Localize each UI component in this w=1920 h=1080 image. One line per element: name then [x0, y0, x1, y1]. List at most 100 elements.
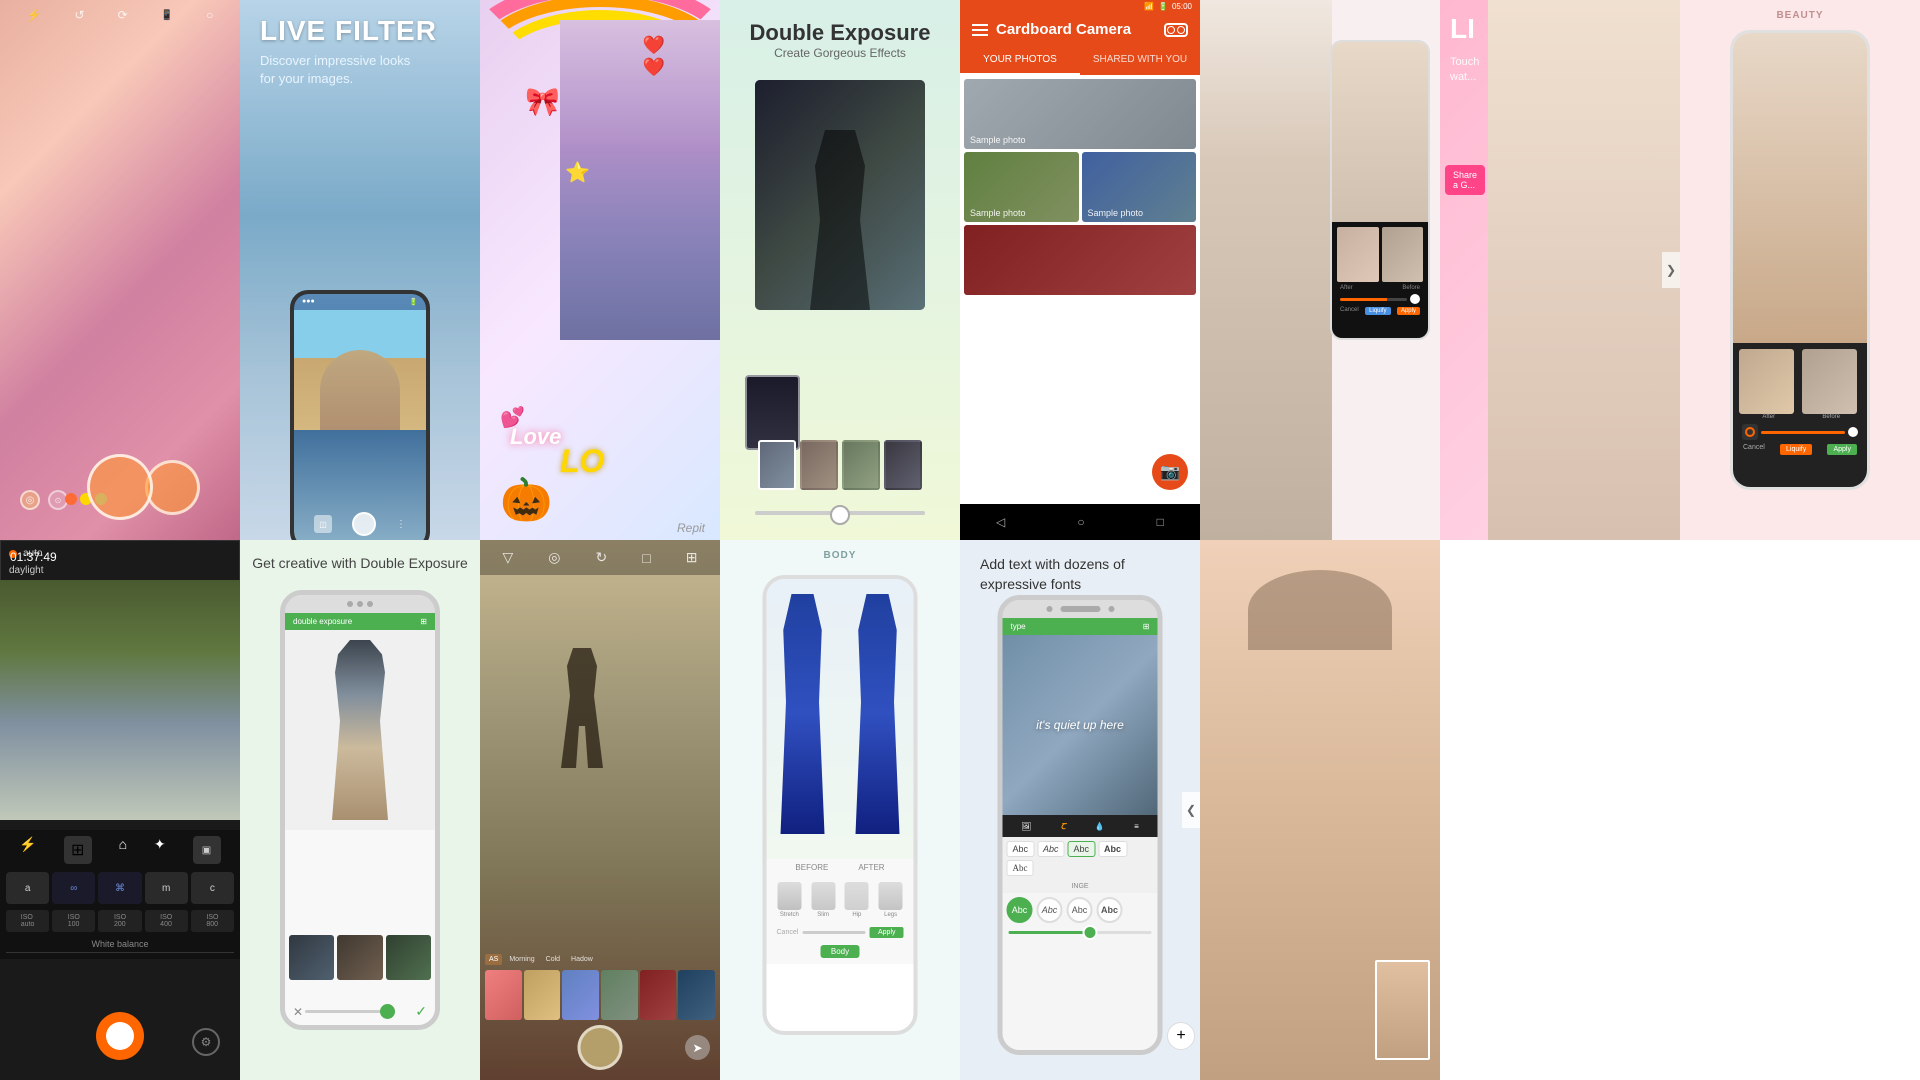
filter-shadow[interactable]: Hadow [567, 954, 597, 965]
camera-fab-button[interactable]: 📷 [1152, 454, 1188, 490]
star2-icon[interactable]: ✦ [154, 836, 166, 864]
stretch-tool[interactable]: Stretch [777, 882, 801, 918]
font-sample-abc4[interactable]: Abc [1098, 841, 1127, 857]
key-inf[interactable]: ∞ [52, 872, 95, 904]
flip-icon[interactable]: ↻ [596, 549, 608, 566]
dbl-thumb-2[interactable] [337, 935, 382, 980]
cancel-button[interactable]: Cancel [1743, 444, 1765, 455]
iso-400[interactable]: ISO400 [145, 910, 188, 932]
arrow-button[interactable]: ➤ [685, 1035, 710, 1060]
next-arrow[interactable]: ❯ [1662, 252, 1680, 288]
font-circle-selected[interactable]: Abc [1007, 897, 1033, 923]
back-nav-button[interactable]: ◁ [996, 515, 1005, 529]
thumb-4[interactable] [884, 440, 922, 490]
camera-mode-icon[interactable]: ◎ [20, 490, 40, 510]
apply-body-btn[interactable]: Apply [870, 927, 904, 938]
tool-icon[interactable] [1742, 424, 1758, 440]
image-icon[interactable]: 🖼 [1021, 822, 1031, 831]
filter-thumb-2[interactable] [524, 970, 561, 1020]
key-m[interactable]: m [145, 872, 188, 904]
tbs-track[interactable] [1009, 931, 1152, 934]
shutter-button[interactable] [145, 460, 200, 515]
grid-icon[interactable]: ⊞ [64, 836, 92, 864]
photo-item-1[interactable]: Sample photo [964, 79, 1196, 149]
dbl-thumb-3[interactable] [386, 935, 431, 980]
photo-item-2[interactable]: Sample photo [964, 152, 1079, 222]
cancel-btn[interactable]: Cancel [1340, 307, 1359, 315]
font-sample-abc5[interactable]: Abc [1007, 860, 1034, 876]
more-icon[interactable]: ⋮ [396, 519, 406, 530]
tab-your-photos[interactable]: YOUR PHOTOS [960, 46, 1080, 75]
filter-morning[interactable]: Morning [505, 954, 538, 965]
before-label: BEFORE [795, 863, 828, 872]
font-sample-abc1[interactable]: Abc [1007, 841, 1035, 857]
font-circle-3[interactable]: Abc [1067, 897, 1093, 923]
menu-button[interactable] [972, 24, 988, 36]
slim-tool[interactable]: Slim [811, 882, 835, 918]
liquify-btn[interactable]: Liquify [1365, 307, 1390, 315]
photo-item-4[interactable] [964, 225, 1196, 295]
opacity-icon[interactable]: 💧 [1095, 822, 1105, 831]
camera-shutter-fab[interactable] [96, 1012, 144, 1060]
filter-icon[interactable]: ▽ [503, 549, 514, 566]
font-circle-4[interactable]: Abc [1097, 897, 1123, 923]
apply-button[interactable]: Apply [1827, 444, 1857, 455]
cancel-x-btn[interactable]: ✕ [293, 1005, 303, 1019]
timer2-icon[interactable]: ◎ [548, 549, 560, 566]
settings-icon[interactable]: ⚙ [192, 1028, 220, 1056]
font-sample-abc2[interactable]: Abc [1037, 841, 1065, 857]
jump-shutter-button[interactable] [578, 1025, 623, 1070]
filter-thumb-5[interactable] [640, 970, 677, 1020]
iso-auto[interactable]: ISOauto [6, 910, 49, 932]
flash2-icon[interactable]: ⌂ [119, 836, 127, 864]
add-button[interactable]: + [1167, 1022, 1195, 1050]
iso-800[interactable]: ISO800 [191, 910, 234, 932]
hip-tool[interactable]: Hip [845, 882, 869, 918]
body-btn[interactable]: Body [821, 945, 859, 958]
grid2-icon[interactable]: ⊞ [686, 549, 698, 566]
key-bracket[interactable]: ⌘ [98, 872, 141, 904]
expand-icon[interactable]: ⊞ [420, 617, 427, 626]
cancel-text[interactable]: Cancel [777, 929, 799, 936]
home-nav-button[interactable]: ○ [1077, 515, 1084, 529]
share-button[interactable]: Sharea G... [1445, 165, 1485, 195]
filter-thumb-3[interactable] [562, 970, 599, 1020]
legs-tool[interactable]: Legs [879, 882, 903, 918]
key-c[interactable]: c [191, 872, 234, 904]
gallery-icon[interactable]: ▣ [193, 836, 221, 864]
recents-nav-button[interactable]: □ [1157, 515, 1164, 529]
filter-as[interactable]: AS [485, 954, 502, 965]
iso-200[interactable]: ISO200 [98, 910, 141, 932]
timer-icon[interactable]: ⟳ [118, 8, 128, 22]
iso-100[interactable]: ISO100 [52, 910, 95, 932]
filter-thumb-4[interactable] [601, 970, 638, 1020]
text-type-icon[interactable]: Ꞇ [1061, 821, 1066, 832]
filter-thumb-6[interactable] [678, 970, 715, 1020]
video-icon[interactable]: ⚡ [19, 836, 36, 864]
prev-arrow[interactable]: ❮ [1182, 792, 1200, 828]
dbl-thumb-1[interactable] [289, 935, 334, 980]
flash-icon[interactable]: ⚡ [27, 8, 42, 22]
align-icon[interactable]: ≡ [1134, 822, 1139, 831]
font-sample-abc3[interactable]: Abc [1068, 841, 1096, 857]
apply-btn[interactable]: Apply [1397, 307, 1420, 315]
screen-expand-icon[interactable]: ⊞ [1143, 622, 1150, 631]
body-slider-track[interactable] [802, 931, 866, 934]
filter-cold[interactable]: Cold [542, 954, 564, 965]
thumb-1[interactable] [758, 440, 796, 490]
confirm-check-btn[interactable]: ✓ [415, 1003, 427, 1020]
font-circle-2[interactable]: Abc [1037, 897, 1063, 923]
key-a[interactable]: a [6, 872, 49, 904]
exposure-slider[interactable] [755, 511, 925, 515]
thumb-3[interactable] [842, 440, 880, 490]
thumb-2[interactable] [800, 440, 838, 490]
rotate-icon[interactable]: ↺ [75, 8, 85, 22]
wb-daylight[interactable]: daylight [9, 562, 231, 579]
liquify-button[interactable]: Liquify [1780, 444, 1812, 455]
photo-item-3[interactable]: Sample photo [1082, 152, 1197, 222]
shutter-mini[interactable] [352, 512, 376, 536]
filter-thumb-1[interactable] [485, 970, 522, 1020]
text-overlay-content[interactable]: it's quiet up here [1036, 718, 1124, 732]
tab-shared[interactable]: SHARED WITH YOU [1080, 46, 1200, 75]
liquify-slider[interactable] [1761, 431, 1845, 434]
